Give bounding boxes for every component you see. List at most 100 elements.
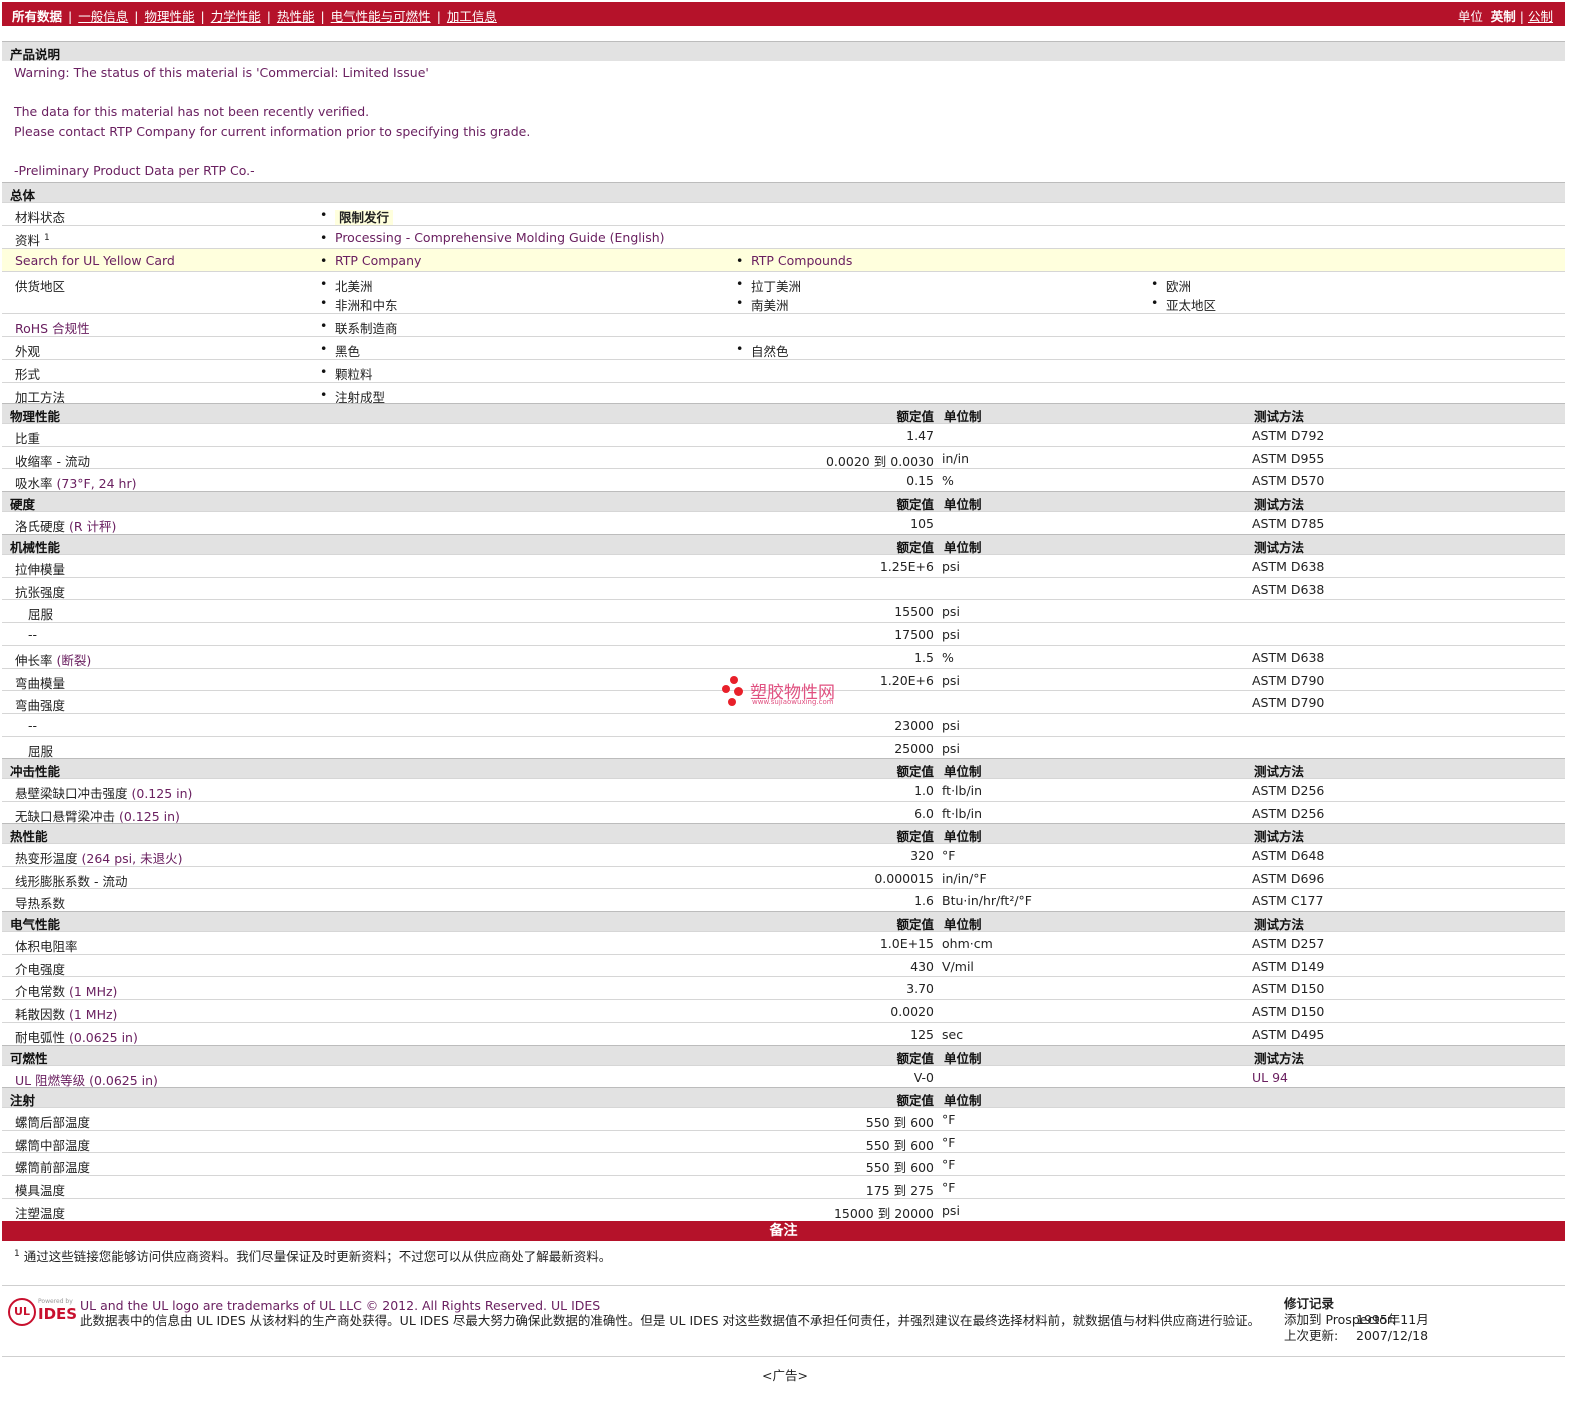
- test-method: ASTM D638: [1252, 559, 1325, 574]
- property-value: 15000 到 20000: [833, 1205, 934, 1221]
- property-unit: ft·lb/in: [942, 783, 983, 798]
- table-row: 注塑温度 15000 到 20000 psi: [2, 1197, 1565, 1221]
- nav-physical[interactable]: 物理性能: [144, 9, 194, 24]
- property-value: 550 到 600: [865, 1115, 934, 1130]
- property-value: 320: [910, 848, 934, 863]
- nav-processing[interactable]: 加工信息: [447, 9, 497, 24]
- section-header-electrical: 电气性能 额定值 单位制 测试方法: [2, 911, 1565, 932]
- property-value: 430: [910, 958, 934, 974]
- test-method: ASTM D256: [1252, 805, 1325, 821]
- test-method: ASTM D149: [1252, 958, 1325, 974]
- property-label: 收缩率 - 流动: [15, 453, 90, 469]
- revision-history: 修订记录 添加到 Prospector:1995年11月 上次更新: 2007/1…: [1284, 1296, 1429, 1343]
- test-method: ASTM D495: [1252, 1026, 1325, 1042]
- property-value: 125: [910, 1026, 934, 1042]
- table-row: 抗张强度 ASTM D638: [2, 576, 1565, 600]
- doc-link-molding-guide[interactable]: Processing - Comprehensive Molding Guide…: [320, 230, 665, 245]
- table-row: 体积电阻率 1.0E+15 ohm·cm ASTM D257: [2, 931, 1565, 954]
- ul-yellow-card-link[interactable]: Search for UL Yellow Card: [15, 253, 175, 268]
- ul-ides-logo: UL Powered by IDES: [8, 1298, 77, 1328]
- property-label: 螺筒后部温度: [15, 1115, 91, 1130]
- test-method: ASTM D570: [1252, 473, 1325, 489]
- rohs-link[interactable]: RoHS 合规性: [15, 318, 90, 337]
- table-row: 介电强度 430 V/mil ASTM D149: [2, 953, 1565, 977]
- property-label: 模具温度: [15, 1183, 66, 1199]
- property-unit: psi: [942, 717, 960, 733]
- top-nav-bar: 所有数据 | 一般信息 | 物理性能 | 力学性能 | 热性能 | 电气性能与可燃性 | 加工信息 单位…: [2, 2, 1565, 26]
- nav-mechanical[interactable]: 力学性能: [211, 9, 261, 24]
- test-method: ASTM D790: [1252, 672, 1325, 688]
- test-method: ASTM D955: [1252, 450, 1325, 466]
- table-row: 吸水率 (73°F, 24 hr) 0.15% ASTM D570: [2, 468, 1565, 491]
- nav-general-info[interactable]: 一般信息: [78, 9, 128, 24]
- nav-electrical[interactable]: 电气性能与可燃性: [331, 9, 431, 24]
- property-label: 拉伸模量: [15, 562, 66, 577]
- property-value: 550 到 600: [865, 1137, 934, 1153]
- property-label: 耐电弧性 (0.0625 in): [15, 1029, 138, 1045]
- property-value: 15500: [894, 604, 934, 620]
- nav-thermal[interactable]: 热性能: [277, 9, 315, 24]
- table-row: 耐电弧性 (0.0625 in) 125 sec ASTM D495: [2, 1021, 1565, 1045]
- test-method: ASTM D648: [1252, 848, 1325, 863]
- table-row: 悬壁梁缺口冲击强度 (0.125 in) 1.0 ft·lb/in ASTM D256: [2, 778, 1565, 801]
- property-unit: psi: [942, 672, 960, 688]
- property-value: 1.47: [906, 428, 934, 443]
- property-value: 25000: [894, 740, 934, 756]
- section-header-physical: 物理性能 额定值 单位制 测试方法: [2, 403, 1565, 424]
- ul-link-rtp-company[interactable]: RTP Company: [320, 253, 421, 268]
- property-value: 1.0: [914, 783, 934, 798]
- ad-placeholder[interactable]: <广告>: [762, 1365, 808, 1384]
- property-value: 17500: [894, 627, 934, 643]
- property-label: 体积电阻率: [15, 939, 78, 954]
- test-method: ASTM D638: [1252, 581, 1325, 597]
- footer-disclaimer: UL and the UL logo are trademarks of UL …: [80, 1298, 1261, 1328]
- property-label: 比重: [15, 431, 41, 446]
- row-appearance: 外观 黑色 自然色: [2, 336, 1565, 359]
- table-row: 屈服 15500 psi: [2, 599, 1565, 622]
- property-value: 1.6: [914, 893, 934, 909]
- status-value: 限制发行: [335, 210, 394, 225]
- property-unit: °F: [942, 1157, 956, 1173]
- section-header-general: 总体: [2, 182, 1565, 203]
- table-row: 螺筒后部温度 550 到 600 °F: [2, 1107, 1565, 1130]
- test-method: ASTM D638: [1252, 649, 1325, 665]
- property-unit: ohm·cm: [942, 936, 993, 951]
- property-unit: sec: [942, 1026, 964, 1042]
- table-row: 拉伸模量 1.25E+6 psi ASTM D638: [2, 554, 1565, 577]
- notes-header: 备注: [2, 1221, 1565, 1241]
- unit-metric[interactable]: 公制: [1528, 9, 1553, 24]
- property-label: 螺筒前部温度: [15, 1160, 91, 1176]
- table-row: 线形膨胀系数 - 流动 0.000015 in/in/°F ASTM D696: [2, 865, 1565, 889]
- property-label: 热变形温度 (264 psi, 未退火): [15, 851, 183, 866]
- property-unit: ft·lb/in: [942, 805, 983, 821]
- row-material-status: 材料状态 限制发行: [2, 202, 1565, 225]
- ul-link-rtp-compounds[interactable]: RTP Compounds: [736, 253, 852, 268]
- row-rohs: RoHS 合规性 联系制造商: [2, 313, 1565, 336]
- watermark-logo: 塑胶物性网 www.sujiaowuxing.com: [720, 676, 860, 712]
- property-value: 0.000015: [874, 870, 934, 886]
- property-value: 0.0020: [890, 1004, 934, 1020]
- table-row: 耗散因数 (1 MHz) 0.0020 ASTM D150: [2, 999, 1565, 1022]
- property-unit: psi: [942, 740, 960, 756]
- test-method[interactable]: UL 94: [1252, 1070, 1288, 1085]
- unit-imperial[interactable]: 英制: [1491, 9, 1516, 24]
- section-header-mechanical: 机械性能 额定值 单位制 测试方法: [2, 534, 1565, 555]
- property-unit: psi: [942, 627, 960, 643]
- property-unit: V/mil: [942, 958, 974, 974]
- property-label: 屈服: [28, 743, 54, 759]
- test-method: ASTM D785: [1252, 516, 1325, 531]
- property-label: 介电强度: [15, 961, 66, 977]
- footnote: 1 通过这些链接您能够访问供应商资料。我们尽量保证及时更新资料；不过您可以从供应…: [14, 1248, 612, 1264]
- property-label: --: [28, 717, 38, 733]
- property-value: 23000: [894, 717, 934, 733]
- test-method: ASTM D150: [1252, 1004, 1325, 1020]
- table-row: 介电常数 (1 MHz) 3.70 ASTM D150: [2, 976, 1565, 999]
- property-unit: °F: [942, 1180, 956, 1196]
- property-label: 线形膨胀系数 - 流动: [15, 873, 128, 889]
- property-label: 洛氏硬度 (R 计秤): [15, 519, 117, 534]
- table-row: 导热系数 1.6 Btu·in/hr/ft²/°F ASTM C177: [2, 888, 1565, 911]
- table-row: 洛氏硬度 (R 计秤) 105 ASTM D785: [2, 511, 1565, 534]
- table-row: 模具温度 175 到 275 °F: [2, 1175, 1565, 1198]
- nav-all-data[interactable]: 所有数据: [12, 9, 62, 24]
- table-row: 热变形温度 (264 psi, 未退火) 320 °F ASTM D648: [2, 843, 1565, 866]
